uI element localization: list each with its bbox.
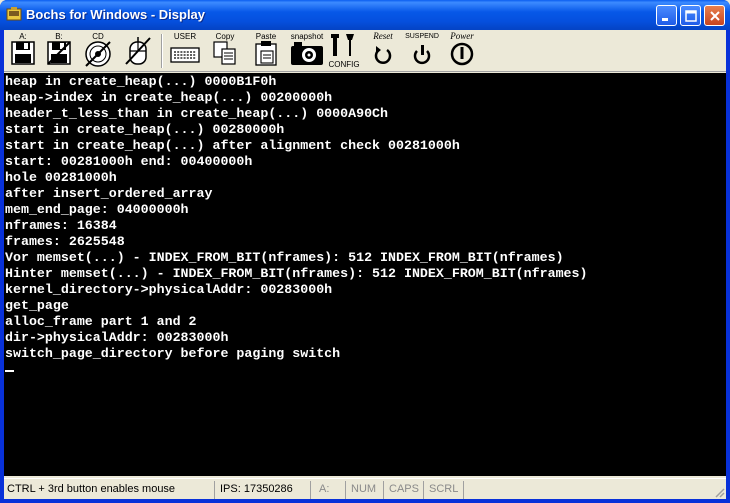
console-line: after insert_ordered_array	[5, 186, 213, 201]
reset-icon	[374, 46, 392, 64]
suspend-icon	[413, 45, 431, 65]
console-cursor	[5, 370, 14, 372]
floppy-disk-b-icon	[47, 41, 71, 65]
close-button[interactable]	[704, 5, 725, 26]
minimize-button[interactable]	[656, 5, 677, 26]
mouse-toggle-button[interactable]	[122, 32, 154, 70]
user-label: USER	[173, 32, 197, 41]
floppy-b-button[interactable]: B:	[44, 32, 74, 70]
window-title: Bochs for Windows - Display	[26, 7, 206, 22]
toolbar-separator	[161, 34, 163, 68]
emulator-display[interactable]: heap in create_heap(...) 0000B1F0h heap->…	[4, 73, 726, 476]
status-empty-pane	[463, 481, 708, 499]
status-caps: CAPS	[383, 481, 423, 499]
snapshot-button[interactable]: snapshot	[288, 32, 326, 70]
console-line: start: 00281000h end: 00400000h	[5, 154, 253, 169]
console-line: Hinter memset(...) - INDEX_FROM_BIT(nfra…	[5, 266, 588, 281]
bochs-window: Bochs for Windows - Display A: B: CD USE…	[0, 0, 730, 503]
close-icon	[710, 11, 720, 21]
console-line: start in create_heap(...) after alignmen…	[5, 138, 460, 153]
console-line: heap in create_heap(...) 0000B1F0h	[5, 74, 277, 89]
console-line: mem_end_page: 04000000h	[5, 202, 189, 217]
console-line: kernel_directory->physicalAddr: 00283000…	[5, 282, 333, 297]
client-area: A: B: CD USER Copy Paste snapshot CONFIG…	[4, 30, 726, 499]
copy-button[interactable]: Copy	[210, 32, 240, 70]
status-bar: CTRL + 3rd button enables mouse IPS: 173…	[4, 478, 726, 499]
power-button[interactable]: Power	[444, 32, 480, 70]
suspend-button[interactable]: SUSPEND	[404, 32, 440, 70]
floppy-disk-icon	[11, 41, 35, 65]
console-output: heap in create_heap(...) 0000B1F0h heap->…	[5, 74, 588, 372]
console-line: header_t_less_than in create_heap(...) 0…	[5, 106, 389, 121]
console-line: Vor memset(...) - INDEX_FROM_BIT(nframes…	[5, 250, 564, 265]
power-label: Power	[450, 31, 474, 41]
console-line: heap->index in create_heap(...) 00200000…	[5, 90, 333, 105]
paste-icon	[255, 41, 277, 66]
console-line: get_page	[5, 298, 69, 313]
suspend-label: SUSPEND	[405, 33, 439, 40]
status-hint: CTRL + 3rd button enables mouse	[7, 483, 176, 495]
console-line: nframes: 16384	[5, 218, 117, 233]
keyboard-icon	[170, 47, 200, 63]
status-scrl: SCRL	[423, 481, 463, 499]
minimize-icon	[662, 18, 668, 21]
camera-icon	[291, 42, 323, 65]
mouse-icon	[125, 37, 151, 65]
maximize-button[interactable]	[680, 5, 701, 26]
reset-label: Reset	[373, 31, 393, 41]
config-tools-icon	[331, 34, 354, 56]
console-line: alloc_frame part 1 and 2	[5, 314, 197, 329]
reset-button[interactable]: Reset	[366, 32, 400, 70]
toolbar: A: B: CD USER Copy Paste snapshot CONFIG…	[4, 30, 726, 72]
status-ips: IPS: 17350286	[214, 481, 314, 499]
maximize-icon	[685, 10, 697, 22]
config-button[interactable]: CONFIG	[328, 32, 360, 70]
title-bar[interactable]: Bochs for Windows - Display	[0, 0, 730, 30]
user-button[interactable]: USER	[168, 32, 202, 70]
cdrom-icon	[85, 41, 111, 67]
console-line: frames: 2625548	[5, 234, 125, 249]
power-icon	[450, 42, 474, 66]
console-line: hole 00281000h	[5, 170, 117, 185]
paste-button[interactable]: Paste	[250, 32, 282, 70]
cdrom-button[interactable]: CD	[82, 32, 114, 70]
console-line: start in create_heap(...) 00280000h	[5, 122, 285, 137]
status-num: NUM	[345, 481, 383, 499]
config-label: CONFIG	[328, 60, 360, 69]
console-line: switch_page_directory before paging swit…	[5, 346, 341, 361]
console-line: dir->physicalAddr: 00283000h	[5, 330, 229, 345]
floppy-a-button[interactable]: A:	[8, 32, 38, 70]
resize-grip-icon[interactable]	[713, 486, 725, 498]
status-drive: A:	[310, 481, 348, 499]
copy-icon	[213, 41, 236, 65]
bochs-app-icon	[6, 7, 22, 21]
